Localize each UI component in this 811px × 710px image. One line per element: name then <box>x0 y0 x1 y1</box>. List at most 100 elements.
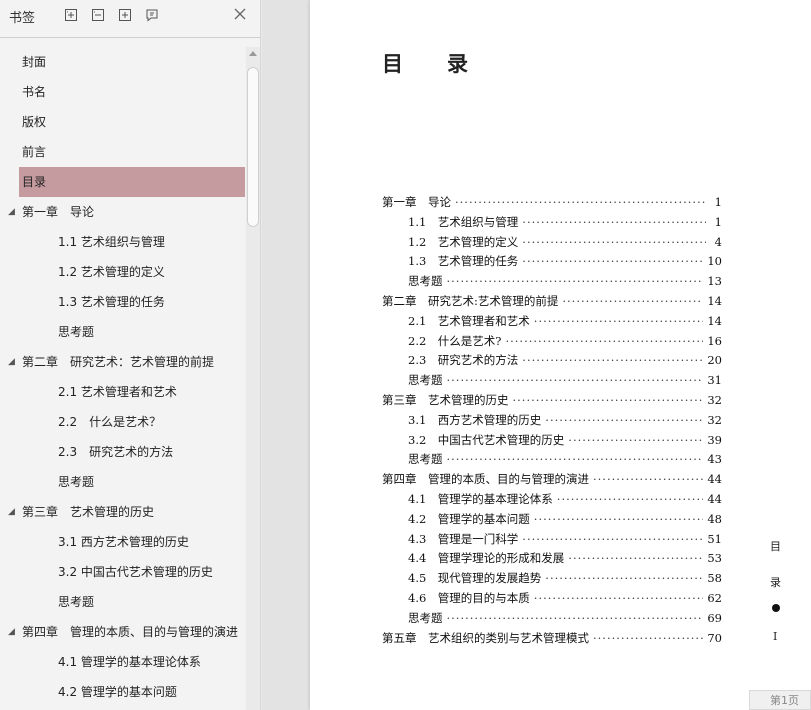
toc-leader-dots <box>534 589 704 609</box>
expand-caret-icon[interactable]: ◢ <box>8 497 15 527</box>
toc-entry-title: 思考题 <box>408 610 443 625</box>
bookmark-panel-title: 书签 <box>9 11 36 26</box>
toc-entry[interactable]: 2.1 艺术管理者和艺术 14 <box>382 312 722 332</box>
side-mark-1: 目 <box>770 540 781 553</box>
toc-entry-page: 32 <box>707 392 722 407</box>
toc-entry[interactable]: 1.1 艺术组织与管理 1 <box>382 213 722 233</box>
toc-entry[interactable]: 3.1 西方艺术管理的历史 32 <box>382 411 722 431</box>
toc-entry-page: 1 <box>714 214 722 229</box>
toc-entry[interactable]: 第二章 研究艺术:艺术管理的前提 14 <box>382 292 722 312</box>
toc-entry[interactable]: 思考题 43 <box>382 450 722 470</box>
bookmark-item-label: 2.1 艺术管理者和艺术 <box>58 385 177 399</box>
bookmark-item[interactable]: 思考题 <box>0 317 246 347</box>
toc-entry[interactable]: 4.2 管理学的基本问题 48 <box>382 510 722 530</box>
toc-entry[interactable]: 1.2 艺术管理的定义 4 <box>382 233 722 253</box>
toc-leader-dots <box>568 549 703 569</box>
toc-leader-dots <box>522 233 706 253</box>
bookmark-item-label: 4.1 管理学的基本理论体系 <box>58 655 201 669</box>
toc-entry-title: 1.3 艺术管理的任务 <box>408 254 519 269</box>
bookmark-scrollbar[interactable] <box>246 47 260 710</box>
toc-entry-title: 思考题 <box>408 373 443 388</box>
bookmark-item-label: 2.2 什么是艺术？ <box>58 415 162 429</box>
expand-caret-icon[interactable]: ◢ <box>8 197 15 227</box>
bookmark-item[interactable]: 2.3 研究艺术的方法 <box>0 437 246 467</box>
bookmark-item-label: 思考题 <box>58 325 95 339</box>
toc-entry-title: 2.2 什么是艺术? <box>408 333 502 348</box>
bookmark-item[interactable]: 封面 <box>0 47 246 77</box>
bookmark-item[interactable]: 4.1 管理学的基本理论体系 <box>0 647 246 677</box>
toc-entry[interactable]: 第三章 艺术管理的历史 32 <box>382 391 722 411</box>
bookmark-item[interactable]: ◢ 第四章 管理的本质、目的与管理的演进 <box>0 617 246 647</box>
toc-entry[interactable]: 4.1 管理学的基本理论体系 44 <box>382 490 722 510</box>
bookmark-item[interactable]: 前言 <box>0 137 246 167</box>
toc-entry[interactable]: 4.3 管理是一门科学 51 <box>382 530 722 550</box>
toc-entry-page: 14 <box>707 313 722 328</box>
bookmark-item[interactable]: ◢ 第三章 艺术管理的历史 <box>0 497 246 527</box>
toc-entry[interactable]: 4.5 现代管理的发展趋势 58 <box>382 569 722 589</box>
toc-entry[interactable]: 思考题 31 <box>382 371 722 391</box>
add-bookmark-icon[interactable] <box>118 8 132 22</box>
toc-entry-title: 第一章 导论 <box>382 195 451 209</box>
bookmark-options-icon[interactable] <box>145 8 159 22</box>
toc-entry[interactable]: 4.6 管理的目的与本质 62 <box>382 589 722 609</box>
bookmark-item[interactable]: 1.1 艺术组织与管理 <box>0 227 246 257</box>
toc-entry[interactable]: 思考题 69 <box>382 609 722 629</box>
close-icon[interactable] <box>232 6 248 22</box>
expand-all-icon[interactable] <box>64 8 78 22</box>
toc-entry[interactable]: 4.4 管理学理论的形成和发展 53 <box>382 549 722 569</box>
toc-entry-title: 4.2 管理学的基本问题 <box>408 511 530 526</box>
bookmark-item[interactable]: 思考题 <box>0 467 246 497</box>
expand-caret-icon[interactable]: ◢ <box>8 347 15 377</box>
toc-entry[interactable]: 思考题 13 <box>382 272 722 292</box>
toc-entry-page: 13 <box>707 274 722 289</box>
bookmark-item-label: 1.2 艺术管理的定义 <box>58 265 165 279</box>
toc-leader-dots <box>557 490 704 510</box>
toc-entry[interactable]: 2.3 研究艺术的方法 20 <box>382 351 722 371</box>
table-of-contents: 第一章 导论 1 1.1 艺术组织与管理 1 1.2 艺术管理的定义 4 1.3 艺术管理的… <box>382 193 722 648</box>
bookmark-item[interactable]: 4.2 管理学的基本问题 <box>0 677 246 707</box>
toc-entry-title: 2.1 艺术管理者和艺术 <box>408 313 530 328</box>
toc-entry-title: 4.5 现代管理的发展趋势 <box>408 571 542 586</box>
document-page: 目录 第一章 导论11.1 艺术组织与管理11.2 艺术管理的定义41.3 艺术… <box>310 0 811 710</box>
bookmark-item[interactable]: 版权 <box>0 107 246 137</box>
toc-leader-dots <box>447 450 704 470</box>
scrollbar-thumb[interactable] <box>247 67 259 227</box>
bookmark-item-label: 1.1 艺术组织与管理 <box>58 235 165 249</box>
toc-entry-page: 48 <box>707 511 722 526</box>
toc-entry[interactable]: 第四章 管理的本质、目的与管理的演进 44 <box>382 470 722 490</box>
toc-leader-dots <box>447 272 704 292</box>
bookmark-item[interactable]: 书名 <box>0 77 246 107</box>
toc-entry[interactable]: 第五章 艺术组织的类别与艺术管理模式 70 <box>382 629 722 649</box>
bookmark-item[interactable]: 1.3 艺术管理的任务 <box>0 287 246 317</box>
toc-leader-dots <box>545 411 703 431</box>
bookmark-item-label: 目录 <box>22 175 47 189</box>
bookmark-item-label: 第三章 艺术管理的历史 <box>22 505 155 519</box>
bookmark-item[interactable]: 3.2 中国古代艺术管理的历史 <box>0 557 246 587</box>
collapse-all-icon[interactable] <box>91 8 105 22</box>
toc-entry-page: 43 <box>707 452 722 467</box>
bookmark-item-label: 书名 <box>22 85 47 99</box>
side-dot-icon <box>772 604 780 612</box>
bookmark-item[interactable]: 3.1 西方艺术管理的历史 <box>0 527 246 557</box>
toc-entry[interactable]: 1.3 艺术管理的任务 10 <box>382 252 722 272</box>
toc-entry[interactable]: 3.2 中国古代艺术管理的历史 39 <box>382 431 722 451</box>
toc-entry[interactable]: 第一章 导论 1 <box>382 193 722 213</box>
side-mark-2: 录 <box>770 576 781 589</box>
bookmark-item[interactable]: 2.1 艺术管理者和艺术 <box>0 377 246 407</box>
document-viewport[interactable]: 目录 第一章 导论11.1 艺术组织与管理11.2 艺术管理的定义41.3 艺术… <box>262 0 811 710</box>
toc-leader-dots <box>447 609 704 629</box>
toc-leader-dots <box>593 470 703 490</box>
bookmark-item-label: 2.3 研究艺术的方法 <box>58 445 174 459</box>
bookmark-item[interactable]: 2.2 什么是艺术？ <box>0 407 246 437</box>
bookmark-item[interactable]: ◢ 第一章 导论 <box>0 197 246 227</box>
bookmark-item[interactable]: 1.2 艺术管理的定义 <box>0 257 246 287</box>
toc-entry-page: 62 <box>707 590 722 605</box>
bookmark-item[interactable]: 思考题 <box>0 587 246 617</box>
toc-entry-page: 70 <box>707 630 722 645</box>
expand-caret-icon[interactable]: ◢ <box>8 617 15 647</box>
bookmark-item[interactable]: ◢ 第二章 研究艺术：艺术管理的前提 <box>0 347 246 377</box>
bookmark-item[interactable]: 目录 <box>19 167 245 197</box>
toc-entry[interactable]: 2.2 什么是艺术? 16 <box>382 332 722 352</box>
toc-entry-page: 4 <box>714 234 722 249</box>
scroll-up-arrow-icon[interactable] <box>249 51 257 56</box>
